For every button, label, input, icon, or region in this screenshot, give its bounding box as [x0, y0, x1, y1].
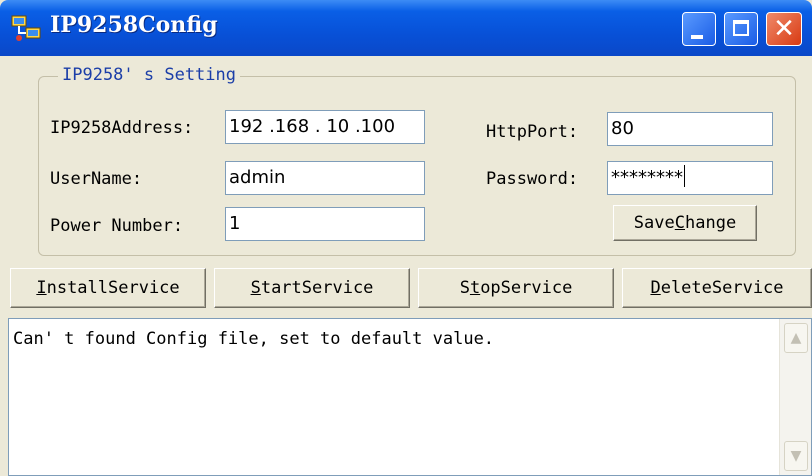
text-caret [684, 165, 685, 187]
password-label: Password: [486, 169, 579, 189]
http-port-label: HttpPort: [486, 122, 579, 142]
start-service-button[interactable]: StartService [214, 268, 410, 308]
http-port-value: 80 [611, 118, 634, 139]
save-change-label-rest: hange [685, 213, 737, 233]
username-value: admin [229, 167, 286, 188]
maximize-icon [733, 20, 749, 36]
window-title: IP9258Config [50, 12, 218, 38]
maximize-button[interactable] [724, 12, 758, 46]
password-field[interactable]: ******** [607, 161, 773, 195]
chevron-down-icon: ▼ [790, 448, 802, 464]
save-change-hotkey: C [674, 213, 685, 233]
chevron-up-icon: ▲ [790, 330, 802, 346]
settings-group-title: IP9258' s Setting [58, 65, 240, 85]
ip-address-label: IP9258Address: [50, 118, 194, 138]
save-change-label: Save [633, 213, 675, 233]
stop-service-label-rest: opService [480, 278, 573, 298]
scroll-up-button[interactable]: ▲ [784, 323, 808, 353]
minimize-icon [691, 35, 703, 39]
power-number-value: 1 [229, 213, 241, 234]
install-service-label-rest: nstallService [46, 278, 180, 298]
log-message: Can' t found Config file, set to default… [13, 329, 495, 349]
power-number-label: Power Number: [50, 216, 184, 236]
delete-service-button[interactable]: DeleteService [622, 268, 812, 308]
stop-service-hotkey: t [469, 278, 481, 298]
scroll-down-button[interactable]: ▼ [784, 441, 808, 471]
power-number-field[interactable]: 1 [225, 207, 425, 241]
title-bar[interactable]: IP9258Config ✕ [0, 0, 812, 56]
app-window: IP9258Config ✕ IP9258' s Setting IP9258A… [0, 0, 812, 476]
delete-service-hotkey: D [650, 278, 661, 298]
install-service-hotkey: I [36, 278, 47, 298]
stop-service-button[interactable]: StopService [418, 268, 614, 308]
save-change-button[interactable]: SaveChange [613, 205, 757, 241]
install-service-button[interactable]: InstallService [10, 268, 206, 308]
log-output[interactable]: Can' t found Config file, set to default… [8, 318, 812, 476]
start-service-label-rest: tartService [260, 278, 374, 298]
delete-service-label-rest: eleteService [660, 278, 784, 298]
vertical-scrollbar[interactable]: ▲ ▼ [779, 319, 811, 475]
ip-address-field[interactable]: 192 .168 . 10 .100 [225, 110, 425, 144]
username-field[interactable]: admin [225, 161, 425, 195]
minimize-button[interactable] [682, 12, 716, 46]
close-icon: ✕ [773, 14, 795, 44]
username-label: UserName: [50, 169, 143, 189]
network-icon [11, 15, 41, 41]
start-service-hotkey: S [250, 278, 261, 298]
http-port-field[interactable]: 80 [607, 112, 773, 146]
password-value: ******** [611, 167, 683, 188]
close-button[interactable]: ✕ [766, 12, 802, 46]
ip-address-value: 192 .168 . 10 .100 [229, 116, 396, 137]
stop-service-label: S [459, 278, 470, 298]
